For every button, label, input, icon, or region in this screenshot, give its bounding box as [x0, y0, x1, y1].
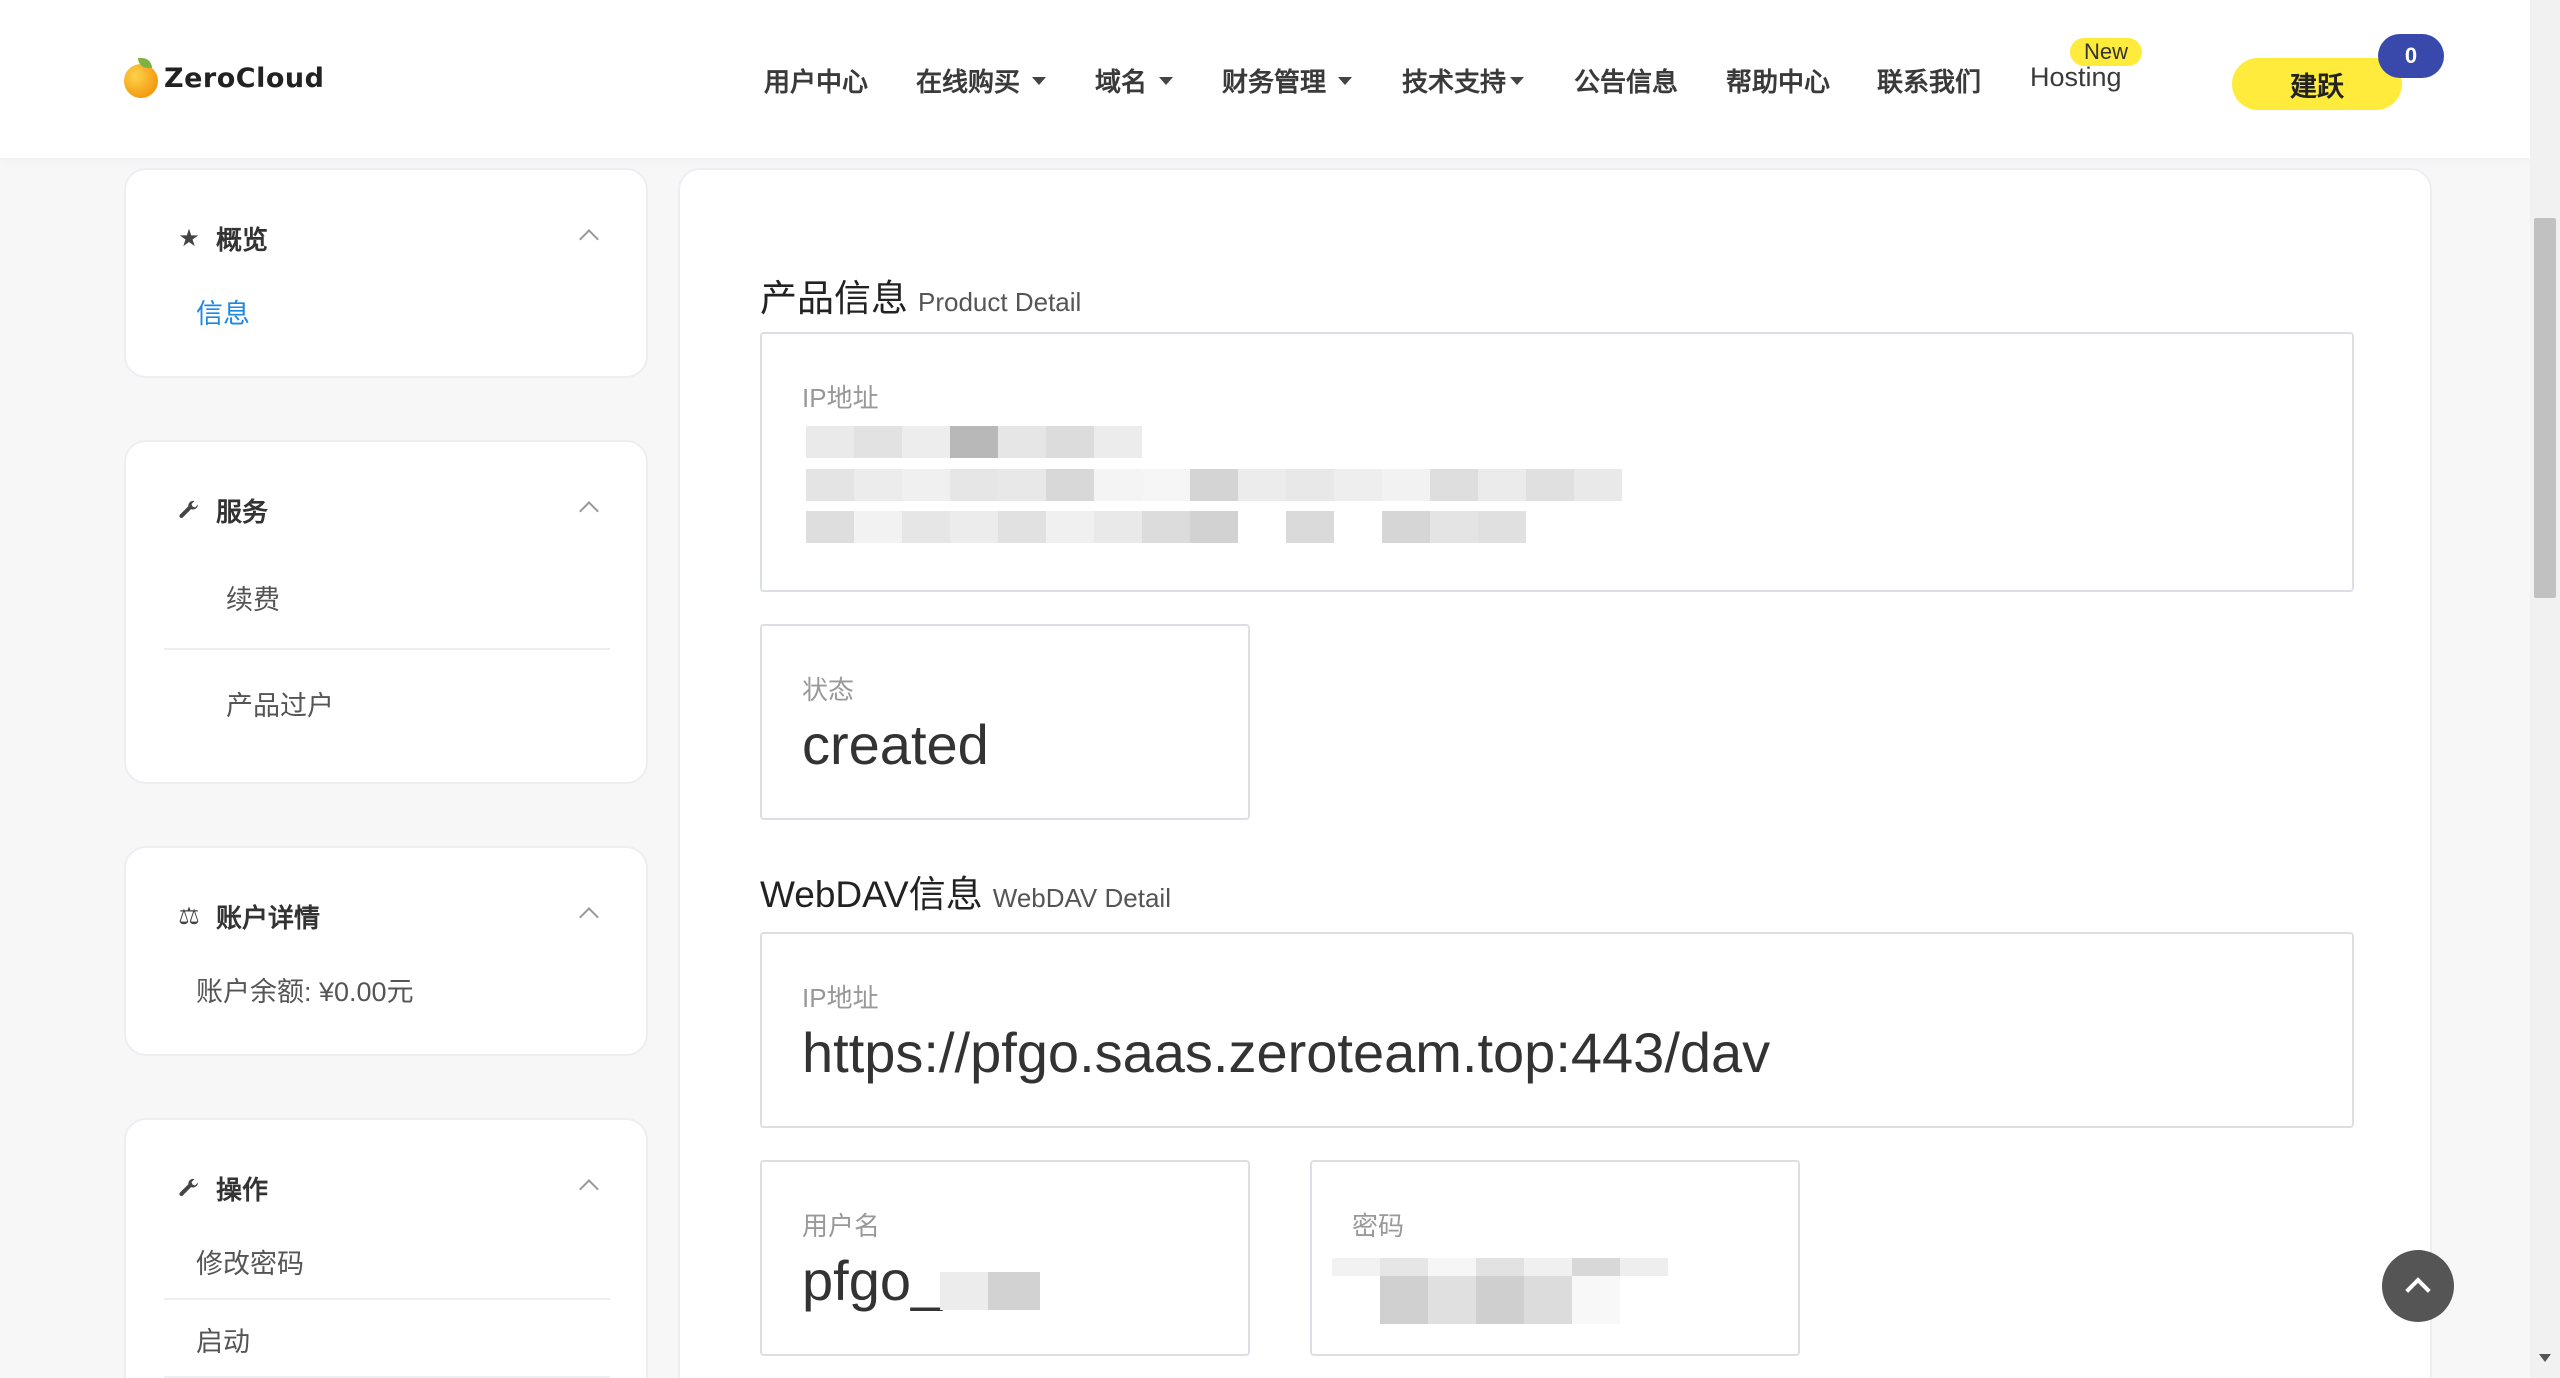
cart-count: 0 [2404, 43, 2418, 68]
webdav-subtitle: WebDAV Detail [992, 883, 1171, 913]
account-title: 账户详情 [216, 902, 321, 933]
product-title: 产品信息 [760, 278, 908, 319]
nav-contact-us-label: 联系我们 [1877, 67, 1982, 97]
balance-scale-icon: ⚖ [178, 902, 200, 930]
nav-online-purchase[interactable]: 在线购买 [916, 62, 1047, 99]
redacted-ip-value [806, 426, 1706, 554]
webdav-url-field: IP地址 https://pfgo.saas.zeroteam.top:443/… [760, 932, 2354, 1128]
nav-domain[interactable]: 域名 [1095, 62, 1174, 99]
product-subtitle: Product Detail [918, 287, 1082, 317]
new-badge: New [2070, 38, 2143, 66]
nav-help-center[interactable]: 帮助中心 [1726, 62, 1830, 99]
nav-domain-label: 域名 [1095, 67, 1148, 97]
chevron-up-icon [2405, 1277, 2431, 1303]
operations-header[interactable]: 操作 [176, 1168, 268, 1208]
username-value[interactable]: pfgo_ [802, 1248, 942, 1313]
chevron-up-icon[interactable] [579, 501, 599, 521]
ip-address-field: IP地址 [760, 332, 2354, 592]
webdav-section-title: WebDAV信息 WebDAV Detail [760, 864, 1171, 918]
product-section-title: 产品信息 Product Detail [760, 268, 1081, 322]
nav-tech-support[interactable]: 技术支持 [1402, 62, 1525, 99]
username-label: 用户名 [802, 1211, 881, 1241]
ip-address-label: IP地址 [802, 383, 879, 413]
user-menu-button[interactable]: 建跃 [2232, 58, 2402, 110]
webdav-title: WebDAV信息 [760, 874, 983, 915]
nav-user-center[interactable]: 用户中心 [764, 62, 868, 99]
nav-user-center-label: 用户中心 [764, 67, 869, 97]
chevron-up-icon[interactable] [579, 1179, 599, 1199]
sidebar-panel-operations: 操作 修改密码 启动 [124, 1118, 648, 1378]
nav-finance[interactable]: 财务管理 [1222, 62, 1353, 99]
overview-header[interactable]: ★ 概览 [176, 218, 268, 258]
back-to-top-button[interactable] [2382, 1250, 2454, 1322]
redacted-password-value [1332, 1258, 1668, 1324]
main-content: 产品信息 Product Detail IP地址 状态 created WebDA… [678, 168, 2432, 1378]
overview-title: 概览 [216, 224, 269, 255]
star-icon: ★ [178, 224, 200, 252]
services-header[interactable]: 服务 [176, 490, 268, 530]
orange-logo-icon [124, 58, 158, 98]
sidebar-link-renew[interactable]: 续费 [226, 578, 280, 617]
cart-count-badge[interactable]: 0 [2378, 34, 2444, 78]
caret-down-icon [1338, 76, 1353, 85]
nav-announcements-label: 公告信息 [1574, 67, 1679, 97]
redacted-username-suffix [940, 1272, 1040, 1310]
caret-down-icon [1032, 76, 1047, 85]
nav-online-purchase-label: 在线购买 [916, 67, 1021, 97]
sidebar-link-start[interactable]: 启动 [196, 1320, 250, 1359]
wrench-icon [176, 1175, 202, 1201]
brand-logo[interactable]: ZeroCloud [124, 58, 324, 98]
wrench-icon [176, 497, 202, 523]
nav-contact-us[interactable]: 联系我们 [1877, 62, 1981, 99]
caret-down-icon [1159, 76, 1174, 85]
chevron-up-icon[interactable] [579, 229, 599, 249]
page-scrollbar[interactable] [2530, 0, 2560, 1378]
nav-hosting-label: Hosting [2030, 62, 2122, 92]
top-header: ZeroCloud 用户中心 在线购买 域名 财务管理 技术支持 公告信息 帮助… [0, 0, 2530, 158]
password-field: 密码 [1310, 1160, 1800, 1356]
account-balance: 账户余额: ¥0.00元 [196, 977, 414, 1007]
nav-hosting[interactable]: Hosting [2030, 62, 2122, 93]
webdav-url-label: IP地址 [802, 983, 879, 1013]
divider [164, 1298, 610, 1300]
sidebar-link-transfer[interactable]: 产品过户 [226, 684, 334, 723]
password-label: 密码 [1352, 1211, 1405, 1241]
scroll-down-arrow-icon[interactable] [2539, 1354, 2551, 1362]
sidebar-panel-overview: ★ 概览 信息 [124, 168, 648, 378]
nav-help-center-label: 帮助中心 [1726, 67, 1831, 97]
sidebar-link-change-password[interactable]: 修改密码 [196, 1242, 304, 1281]
user-name-label: 建跃 [2290, 71, 2344, 102]
sidebar-link-info[interactable]: 信息 [196, 292, 250, 331]
nav-tech-support-label: 技术支持 [1402, 67, 1507, 97]
username-field: 用户名 pfgo_ [760, 1160, 1250, 1356]
status-label: 状态 [802, 675, 855, 705]
webdav-url-value[interactable]: https://pfgo.saas.zeroteam.top:443/dav [802, 1020, 1770, 1085]
operations-title: 操作 [216, 1174, 269, 1205]
chevron-up-icon[interactable] [579, 907, 599, 927]
status-value: created [802, 713, 989, 776]
account-header[interactable]: ⚖ 账户详情 [176, 896, 320, 936]
nav-announcements[interactable]: 公告信息 [1574, 62, 1678, 99]
caret-down-icon [1510, 76, 1525, 85]
services-title: 服务 [216, 496, 269, 527]
divider [164, 648, 610, 650]
brand-name: ZeroCloud [164, 62, 325, 94]
scrollbar-thumb[interactable] [2534, 218, 2556, 598]
status-field: 状态 created [760, 624, 1250, 820]
nav-finance-label: 财务管理 [1222, 67, 1327, 97]
sidebar-panel-account: ⚖ 账户详情 账户余额: ¥0.00元 [124, 846, 648, 1056]
sidebar-panel-services: 服务 续费 产品过户 [124, 440, 648, 784]
